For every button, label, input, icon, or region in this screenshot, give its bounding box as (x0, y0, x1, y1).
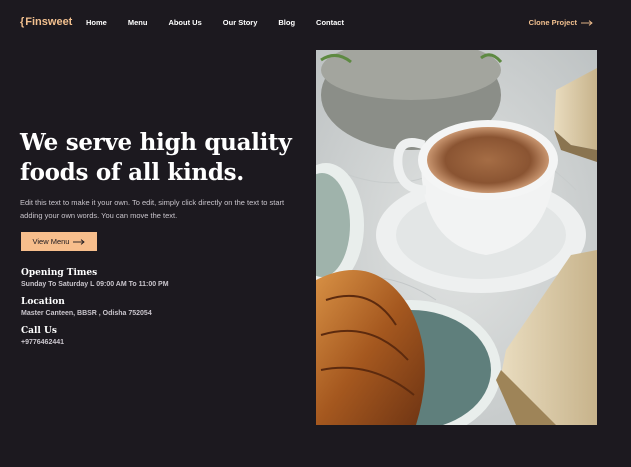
call-us-title: Call Us (21, 326, 57, 336)
arrow-right-icon (73, 238, 86, 245)
hero-title: We serve high quality foods of all kinds… (20, 129, 292, 186)
opening-times-block: Opening Times Sunday To Saturday L 09:00… (21, 268, 169, 288)
view-menu-button[interactable]: View Menu (21, 232, 97, 251)
top-navigation: { Finsweet Home Menu About Us Our Story … (0, 0, 631, 48)
arrow-right-icon (581, 19, 593, 26)
hero-description: Edit this text to make it your own. To e… (20, 198, 285, 220)
clone-project-label: Clone Project (528, 18, 577, 27)
location-title: Location (21, 297, 65, 307)
hero-image-coffee-croissant (316, 50, 597, 425)
coffee-photo-illustration (316, 50, 597, 425)
nav-link-our-story[interactable]: Our Story (223, 18, 258, 27)
nav-link-home[interactable]: Home (86, 18, 107, 27)
clone-project-link[interactable]: Clone Project (529, 18, 593, 27)
view-menu-label: View Menu (32, 237, 70, 246)
nav-link-contact[interactable]: Contact (316, 18, 344, 27)
finsweet-logo[interactable]: { Finsweet (20, 16, 72, 28)
opening-times-value: Sunday To Saturday L 09:00 AM To 11:00 P… (21, 281, 169, 288)
call-us-block: Call Us +9776462441 (21, 326, 64, 346)
nav-link-about-us[interactable]: About Us (168, 18, 201, 27)
logo-brace: { (20, 16, 25, 28)
nav-links: Home Menu About Us Our Story Blog Contac… (86, 18, 365, 27)
opening-times-title: Opening Times (21, 268, 98, 278)
nav-link-menu[interactable]: Menu (128, 18, 148, 27)
call-us-value: +9776462441 (21, 339, 65, 346)
logo-text: Finsweet (25, 16, 73, 28)
location-value: Master Canteen, BBSR , Odisha 752054 (21, 310, 152, 317)
location-block: Location Master Canteen, BBSR , Odisha 7… (21, 297, 152, 317)
nav-link-blog[interactable]: Blog (278, 18, 295, 27)
